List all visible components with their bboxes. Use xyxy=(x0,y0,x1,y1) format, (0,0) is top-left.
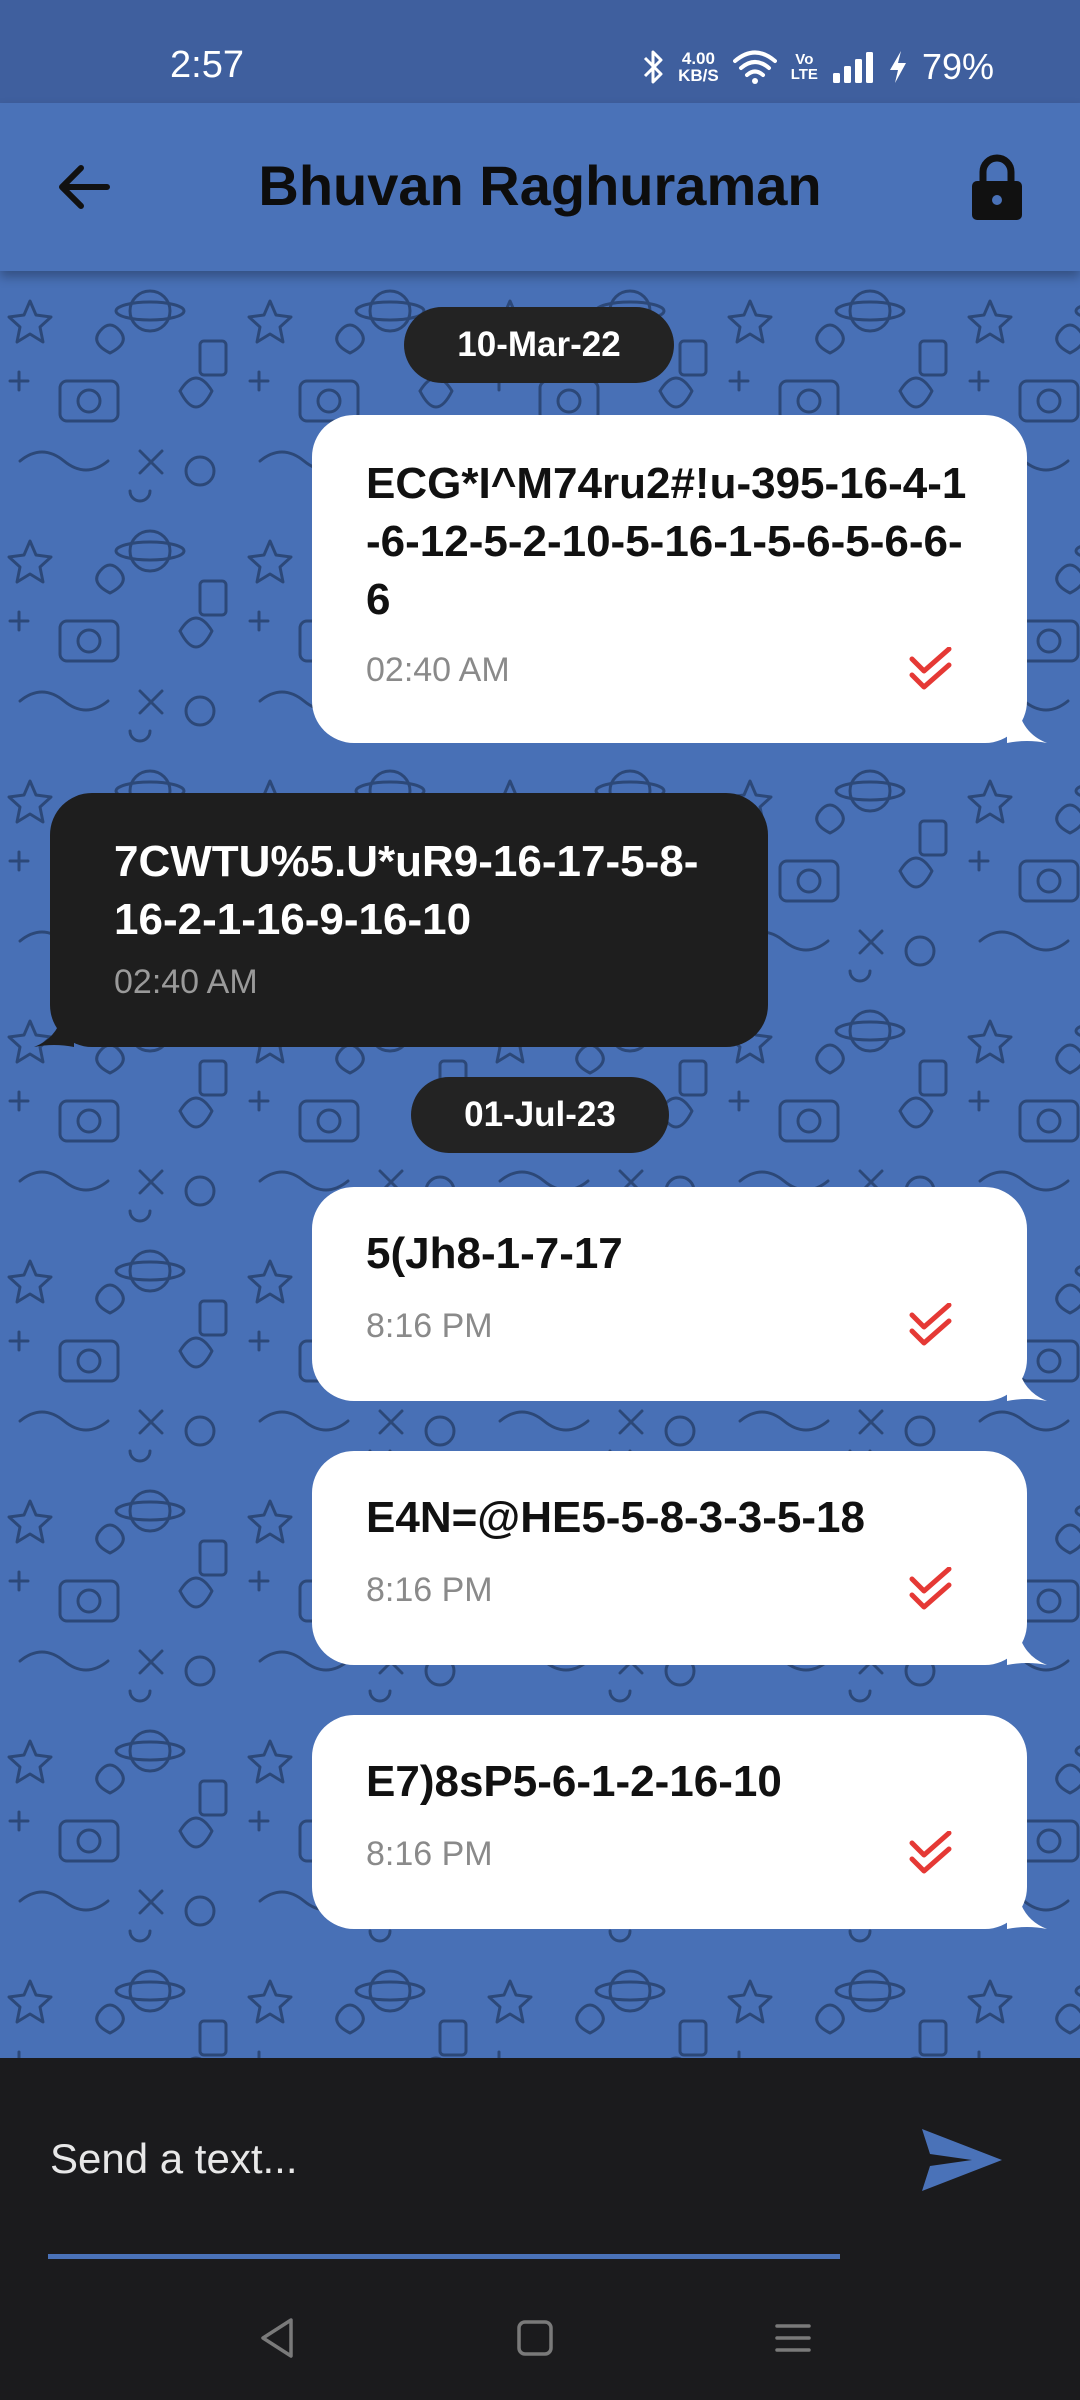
message-time: 8:16 PM xyxy=(366,1571,493,1609)
chat-title: Bhuvan Raghuraman xyxy=(258,154,822,217)
message-time: 8:16 PM xyxy=(366,1835,493,1873)
back-button[interactable] xyxy=(44,147,124,227)
read-ticks-icon xyxy=(909,1567,952,1610)
battery-percent: 79% xyxy=(921,46,994,87)
chat-area[interactable]: 10-Mar-22 ECG*I^M74ru2#!u-395-16-4-1-6-1… xyxy=(0,271,1080,2058)
message-time: 02:40 AM xyxy=(366,651,510,689)
signal-icon xyxy=(832,52,873,83)
nav-recents-button[interactable] xyxy=(758,2308,828,2368)
input-underline xyxy=(48,2254,840,2259)
date-chip: 01-Jul-23 xyxy=(411,1077,669,1153)
message-time: 8:16 PM xyxy=(366,1307,493,1345)
network-speed-unit: KB/S xyxy=(678,66,719,85)
arrow-left-icon xyxy=(59,165,110,209)
date-label: 01-Jul-23 xyxy=(464,1095,616,1134)
date-chip: 10-Mar-22 xyxy=(404,307,674,383)
message-text: ECG*I^M74ru2#!u-395-16-4-1-6-12-5-2-10-5… xyxy=(366,459,967,624)
message-bubble-outgoing[interactable]: E4N=@HE5-5-8-3-3-5-18 8:16 PM xyxy=(312,1451,1047,1665)
back-triangle-icon xyxy=(261,2318,293,2358)
message-text: 7CWTU%5.U*uR9-16-17-5-8-16-2-1-16-9-16-1… xyxy=(114,837,699,944)
message-text: 5(Jh8-1-7-17 xyxy=(366,1229,623,1278)
bubble-tail xyxy=(1007,703,1047,743)
charging-icon xyxy=(889,51,906,83)
lock-icon xyxy=(972,154,1022,220)
message-time: 02:40 AM xyxy=(114,963,258,1001)
message-bubble-outgoing[interactable]: 5(Jh8-1-7-17 8:16 PM xyxy=(312,1187,1047,1401)
network-speed: 4.00 KB/S xyxy=(678,50,719,84)
message-bubble-outgoing[interactable]: ECG*I^M74ru2#!u-395-16-4-1-6-12-5-2-10-5… xyxy=(312,415,1047,743)
bubble-tail xyxy=(1007,1361,1047,1401)
read-ticks-icon xyxy=(909,1831,952,1874)
bluetooth-icon xyxy=(644,50,663,84)
message-bubble-incoming[interactable]: 7CWTU%5.U*uR9-16-17-5-8-16-2-1-16-9-16-1… xyxy=(34,793,768,1047)
lock-button[interactable] xyxy=(954,145,1040,231)
bubble-tail xyxy=(1007,1625,1047,1665)
volte-indicator: Vo LTE xyxy=(791,52,818,82)
bubble-tail xyxy=(34,1007,74,1047)
message-text: E4N=@HE5-5-8-3-3-5-18 xyxy=(366,1493,865,1542)
message-bubble-outgoing[interactable]: E7)8sP5-6-1-2-16-10 8:16 PM xyxy=(312,1715,1047,1929)
message-text: E7)8sP5-6-1-2-16-10 xyxy=(366,1757,782,1806)
volte-top: Vo xyxy=(795,51,814,68)
nav-home-button[interactable] xyxy=(500,2308,570,2368)
date-label: 10-Mar-22 xyxy=(457,325,621,364)
read-ticks-icon xyxy=(909,1303,952,1346)
bubble-tail xyxy=(1007,1889,1047,1929)
wifi-icon xyxy=(732,50,777,84)
app-bar: Bhuvan Raghuraman xyxy=(0,103,1080,271)
system-nav-bar xyxy=(0,2268,1080,2400)
home-square-icon xyxy=(517,2320,553,2356)
message-input[interactable] xyxy=(48,2108,842,2210)
menu-lines-icon xyxy=(775,2324,811,2352)
nav-back-button[interactable] xyxy=(242,2308,312,2368)
status-bar: 2:57 4.00 KB/S Vo LTE 79% xyxy=(0,0,1080,103)
status-icons: 4.00 KB/S Vo LTE 79% xyxy=(642,42,994,92)
send-button[interactable] xyxy=(912,2120,1012,2200)
send-icon xyxy=(922,2129,1002,2191)
network-speed-value: 4.00 xyxy=(681,49,715,68)
volte-bottom: LTE xyxy=(790,66,818,83)
status-time: 2:57 xyxy=(170,44,244,86)
read-ticks-icon xyxy=(909,647,952,690)
